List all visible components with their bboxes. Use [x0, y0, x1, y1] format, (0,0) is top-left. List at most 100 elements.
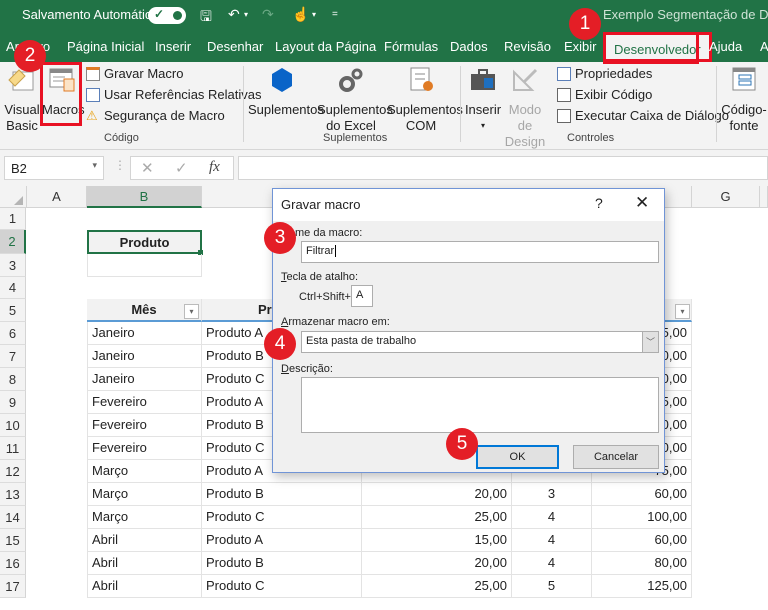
seguranca-macro-button[interactable]: ⚠ Segurança de Macro: [86, 108, 225, 123]
row-header-9[interactable]: 9: [0, 391, 26, 414]
table-cell-mes[interactable]: Janeiro: [87, 345, 202, 368]
row-header-12[interactable]: 12: [0, 460, 26, 483]
table-cell-produto[interactable]: Produto A: [202, 529, 362, 552]
filter-dropdown-icon[interactable]: ▾: [184, 304, 199, 319]
select-all-corner[interactable]: [0, 186, 27, 208]
column-header-b[interactable]: B: [87, 186, 202, 208]
save-icon[interactable]: 🖫: [200, 6, 212, 30]
filter-dropdown-icon[interactable]: ▾: [675, 304, 690, 319]
autosave-toggle[interactable]: ✓: [148, 7, 186, 24]
table-cell-mes[interactable]: Janeiro: [87, 322, 202, 345]
row-header-3[interactable]: 3: [0, 254, 26, 277]
row-header-2[interactable]: 2: [0, 230, 26, 254]
table-cell-c[interactable]: 25,00: [362, 575, 512, 598]
tab-exibir[interactable]: Exibir: [564, 39, 597, 54]
enter-icon[interactable]: ✓: [175, 159, 188, 177]
exibir-codigo-button[interactable]: Exibir Código: [557, 87, 652, 102]
row-header-17[interactable]: 17: [0, 575, 26, 598]
table-cell-total[interactable]: 125,00: [592, 575, 692, 598]
table-cell-produto[interactable]: Produto C: [202, 575, 362, 598]
table-cell-total[interactable]: 60,00: [592, 529, 692, 552]
tab-more[interactable]: A: [760, 39, 768, 54]
table-cell-c[interactable]: 20,00: [362, 483, 512, 506]
row-header-15[interactable]: 15: [0, 529, 26, 552]
cancel-button[interactable]: Cancelar: [573, 445, 659, 469]
row-header-13[interactable]: 13: [0, 483, 26, 506]
tab-formulas[interactable]: Fórmulas: [384, 39, 438, 54]
formula-input[interactable]: [238, 156, 768, 180]
table-cell-d[interactable]: 4: [512, 529, 592, 552]
row-header-7[interactable]: 7: [0, 345, 26, 368]
table-cell-mes[interactable]: Março: [87, 506, 202, 529]
description-input[interactable]: [301, 377, 659, 433]
table-cell-d[interactable]: 3: [512, 483, 592, 506]
column-header-a[interactable]: A: [27, 186, 87, 208]
inserir-controle-button[interactable]: Inserir ▾: [464, 66, 502, 134]
suplementos-com-button[interactable]: Suplementos COM: [387, 66, 463, 134]
row-header-16[interactable]: 16: [0, 552, 26, 575]
tab-ajuda[interactable]: Ajuda: [709, 39, 742, 54]
table-cell-produto[interactable]: Produto B: [202, 483, 362, 506]
name-box[interactable]: B2 ▾: [4, 156, 104, 180]
table-cell-mes[interactable]: Janeiro: [87, 368, 202, 391]
table-cell-mes[interactable]: Fevereiro: [87, 437, 202, 460]
table-cell-d[interactable]: 4: [512, 506, 592, 529]
redo-icon[interactable]: ↷: [262, 6, 274, 23]
tab-revisao[interactable]: Revisão: [504, 39, 551, 54]
row-header-8[interactable]: 8: [0, 368, 26, 391]
suplementos-excel-button[interactable]: Suplementos do Excel: [317, 66, 393, 134]
row-header-1[interactable]: 1: [0, 208, 26, 230]
table-cell-produto[interactable]: Produto C: [202, 506, 362, 529]
table-cell-mes[interactable]: Abril: [87, 552, 202, 575]
row-header-4[interactable]: 4: [0, 277, 26, 299]
table-cell-total[interactable]: 100,00: [592, 506, 692, 529]
table-cell-mes[interactable]: Março: [87, 483, 202, 506]
tab-inserir[interactable]: Inserir: [155, 39, 191, 54]
cancel-icon[interactable]: ✕: [141, 159, 154, 177]
produto-value-cell[interactable]: [87, 254, 202, 277]
table-cell-c[interactable]: 15,00: [362, 529, 512, 552]
executar-caixa-button[interactable]: Executar Caixa de Diálogo: [557, 108, 729, 123]
produto-header-cell[interactable]: Produto: [87, 230, 202, 254]
table-cell-d[interactable]: 4: [512, 552, 592, 575]
column-header-next[interactable]: [760, 186, 768, 208]
visual-basic-button[interactable]: Visual Basic: [2, 66, 42, 134]
propriedades-button[interactable]: Propriedades: [557, 66, 652, 81]
touch-dropdown-icon[interactable]: ▾: [312, 10, 316, 19]
undo-icon[interactable]: ↶: [228, 6, 240, 23]
table-cell-mes[interactable]: Março: [87, 460, 202, 483]
table-cell-total[interactable]: 80,00: [592, 552, 692, 575]
close-icon[interactable]: ✕: [635, 193, 649, 213]
table-cell-produto[interactable]: Produto B: [202, 552, 362, 575]
store-macro-select[interactable]: Esta pasta de trabalho ﹀: [301, 331, 659, 353]
touch-mode-icon[interactable]: ☝: [292, 6, 309, 23]
row-header-5[interactable]: 5: [0, 299, 26, 322]
row-header-14[interactable]: 14: [0, 506, 26, 529]
undo-dropdown-icon[interactable]: ▾: [244, 10, 248, 19]
tab-layout[interactable]: Layout da Página: [275, 39, 376, 54]
row-header-10[interactable]: 10: [0, 414, 26, 437]
modo-design-button[interactable]: Modo de Design: [502, 66, 548, 150]
tab-dados[interactable]: Dados: [450, 39, 488, 54]
table-cell-c[interactable]: 25,00: [362, 506, 512, 529]
tab-pagina-inicial[interactable]: Página Inicial: [67, 39, 144, 54]
shortcut-key-input[interactable]: A: [351, 285, 373, 307]
table-cell-total[interactable]: 60,00: [592, 483, 692, 506]
macro-name-input[interactable]: Filtrar: [301, 241, 659, 263]
usar-referencias-button[interactable]: Usar Referências Relativas: [86, 87, 262, 102]
help-icon[interactable]: ?: [595, 195, 603, 211]
table-cell-mes[interactable]: Fevereiro: [87, 391, 202, 414]
table-cell-mes[interactable]: Fevereiro: [87, 414, 202, 437]
gravar-macro-button[interactable]: Gravar Macro: [86, 66, 183, 81]
table-cell-mes[interactable]: Abril: [87, 529, 202, 552]
ok-button[interactable]: OK: [476, 445, 559, 469]
table-cell-d[interactable]: 5: [512, 575, 592, 598]
tab-desenhar[interactable]: Desenhar: [207, 39, 263, 54]
table-cell-c[interactable]: 20,00: [362, 552, 512, 575]
customize-icon[interactable]: =: [332, 9, 338, 20]
column-header-g[interactable]: G: [692, 186, 760, 208]
suplementos-button[interactable]: Suplementos: [248, 66, 324, 118]
codigo-fonte-button[interactable]: Código- fonte: [720, 66, 768, 134]
table-cell-mes[interactable]: Abril: [87, 575, 202, 598]
row-header-6[interactable]: 6: [0, 322, 26, 345]
